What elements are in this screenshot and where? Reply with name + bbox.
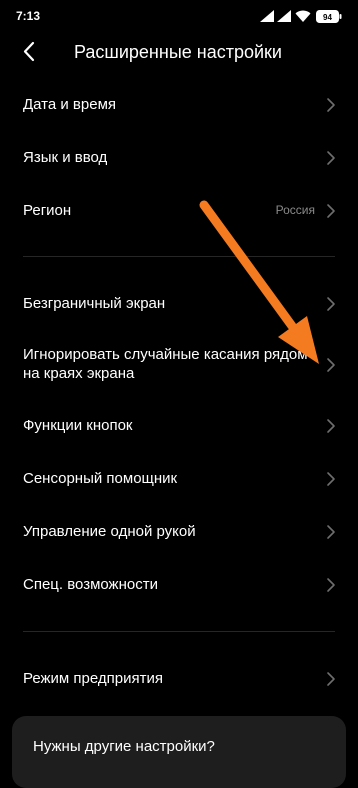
settings-row-date-time[interactable]: Дата и время: [0, 78, 358, 131]
row-label: Язык и ввод: [23, 149, 108, 166]
more-settings-card[interactable]: Нужны другие настройки?: [12, 716, 346, 788]
settings-row-fullscreen[interactable]: Безграничный экран: [0, 277, 358, 330]
chevron-right-icon: [327, 472, 335, 486]
battery-level: 94: [323, 13, 332, 22]
chevron-right-icon: [327, 672, 335, 686]
row-label: Управление одной рукой: [23, 523, 196, 540]
back-button[interactable]: [16, 38, 44, 66]
row-label: Режим предприятия: [23, 670, 163, 687]
header: Расширенные настройки: [0, 32, 358, 72]
back-arrow-icon: [23, 41, 35, 62]
page-title: Расширенные настройки: [74, 42, 282, 62]
chevron-right-icon: [327, 151, 335, 165]
row-label: Безграничный экран: [23, 295, 166, 312]
settings-row-accessibility[interactable]: Спец. возможности: [0, 558, 358, 611]
section-divider: [23, 631, 335, 632]
chevron-right-icon: [327, 578, 335, 592]
row-value: Россия: [275, 203, 315, 217]
section-divider: [23, 256, 335, 257]
status-bar: 7:13 94: [0, 0, 358, 32]
row-label: Игнорировать случайные касания рядом на …: [23, 346, 308, 382]
wifi-icon: [295, 10, 311, 22]
settings-row-enterprise-mode[interactable]: Режим предприятия: [0, 652, 358, 705]
battery-icon: 94: [316, 9, 342, 23]
row-label: Дата и время: [23, 96, 117, 113]
chevron-right-icon: [327, 204, 335, 218]
chevron-right-icon: [327, 419, 335, 433]
chevron-right-icon: [327, 297, 335, 311]
settings-row-region[interactable]: Регион Россия: [0, 184, 358, 237]
chevron-right-icon: [327, 98, 335, 112]
signal-icon: [277, 10, 291, 22]
settings-row-button-functions[interactable]: Функции кнопок: [0, 399, 358, 452]
settings-row-touch-assistant[interactable]: Сенсорный помощник: [0, 452, 358, 505]
row-label: Функции кнопок: [23, 417, 133, 434]
row-label: Регион: [23, 202, 72, 219]
row-label: Спец. возможности: [23, 576, 158, 593]
settings-row-one-handed-mode[interactable]: Управление одной рукой: [0, 505, 358, 558]
more-settings-label: Нужны другие настройки?: [33, 738, 215, 755]
status-time: 7:13: [16, 9, 41, 23]
settings-row-language-input[interactable]: Язык и ввод: [0, 131, 358, 184]
row-label: Сенсорный помощник: [23, 470, 178, 487]
status-icons: 94: [260, 8, 342, 24]
chevron-right-icon: [327, 358, 335, 372]
settings-row-ignore-edge-touches[interactable]: Игнорировать случайные касания рядом на …: [0, 338, 358, 391]
signal-icon: [260, 10, 274, 22]
chevron-right-icon: [327, 525, 335, 539]
